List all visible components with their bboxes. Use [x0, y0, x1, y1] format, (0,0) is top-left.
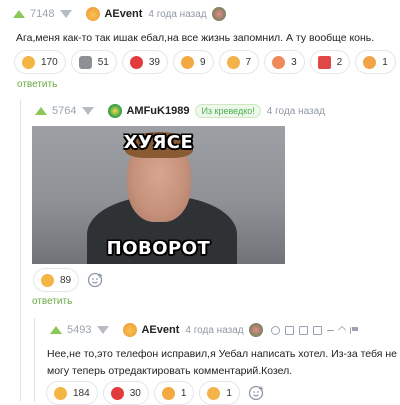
strawberry-icon: [129, 55, 143, 69]
comment-time[interactable]: 4 года назад: [267, 106, 325, 117]
meme-top-caption: ХУЯСЕ: [123, 132, 194, 153]
strawberry-icon: [110, 386, 124, 400]
reaction-kiss-face[interactable]: 3: [264, 50, 305, 74]
status-badge: Из креведко!: [195, 104, 261, 118]
comment-header: 7148 AEvent 4 года назад: [13, 4, 230, 24]
heart-face-icon: [207, 386, 221, 400]
reaction-laughing[interactable]: 89: [33, 268, 80, 292]
reaction-strawberry[interactable]: 30: [102, 381, 149, 405]
author-name[interactable]: AMFuK1989: [126, 105, 189, 117]
more-icon[interactable]: [326, 329, 334, 331]
comment-time[interactable]: 4 года назад: [185, 325, 243, 336]
upvote-icon[interactable]: [50, 326, 62, 334]
avatar[interactable]: [86, 7, 101, 21]
author-name[interactable]: AEvent: [141, 324, 179, 336]
thumbs-icon: [363, 55, 377, 69]
downvote-icon[interactable]: [97, 326, 110, 334]
add-reaction-icon: [248, 385, 264, 401]
user-reaction-icon: [211, 7, 226, 21]
add-reaction-button[interactable]: [245, 382, 267, 404]
reaction-laughing[interactable]: 184: [46, 381, 98, 405]
reaction-hundred[interactable]: 2: [309, 50, 351, 74]
reaction-heart-face[interactable]: 7: [218, 50, 260, 74]
author-name[interactable]: AEvent: [104, 8, 142, 20]
comment-score: 5764: [52, 105, 77, 117]
avatar[interactable]: [123, 323, 138, 337]
grinning-face-icon: [161, 386, 175, 400]
laughing-face-icon: [22, 55, 35, 69]
add-reaction-icon: [87, 272, 103, 288]
link-icon[interactable]: [270, 325, 280, 335]
reply-button[interactable]: ответить: [32, 296, 72, 307]
grinning-face-icon: [180, 55, 194, 69]
downvote-icon[interactable]: [60, 10, 73, 18]
edit-icon[interactable]: [284, 325, 294, 335]
heart-face-icon: [226, 55, 240, 69]
reaction-bar: 184 30 1 1: [46, 381, 267, 405]
save-icon[interactable]: [298, 325, 308, 335]
comment-tools: [270, 325, 358, 335]
comment-score: 7148: [30, 8, 55, 20]
user-reaction-icon: [248, 323, 263, 337]
reaction-thumbs[interactable]: 1: [355, 50, 396, 74]
downvote-icon[interactable]: [82, 107, 95, 115]
comment-header: 5764 AMFuK1989 Из креведко! 4 года назад: [35, 101, 330, 121]
flag-icon[interactable]: [349, 326, 358, 334]
upvote-icon[interactable]: [35, 107, 47, 115]
add-reaction-button[interactable]: [84, 269, 106, 291]
meme-image[interactable]: ХУЯСЕ ПОВОРОТ: [32, 126, 285, 264]
comment-header: 5493 AEvent 4 года назад: [50, 320, 358, 340]
comment-time[interactable]: 4 года назад: [148, 9, 206, 20]
kiss-face-icon: [272, 55, 286, 69]
reaction-laughing[interactable]: 170: [14, 50, 66, 74]
reaction-strawberry[interactable]: 39: [121, 50, 168, 74]
laughing-face-icon: [41, 273, 54, 287]
laughing-face-icon: [54, 386, 67, 400]
thread-line-level1: [20, 100, 21, 402]
comment-score: 5493: [67, 324, 92, 336]
reaction-bar: 170 51 39 9 7 3 2 1: [14, 50, 400, 74]
hundred-icon: [317, 55, 331, 69]
comment-icon[interactable]: [312, 325, 322, 335]
comment-text: Нее,не то,это телефон исправил,я Уебал н…: [47, 348, 398, 377]
comment-text: Ага,меня как-то так ишак ебал,на все жиз…: [16, 32, 375, 44]
moai-icon: [78, 55, 92, 69]
reaction-heart-face[interactable]: 1: [199, 381, 240, 405]
upvote-icon[interactable]: [13, 10, 25, 18]
reply-button[interactable]: ответить: [17, 79, 57, 90]
avatar[interactable]: [108, 104, 123, 118]
reaction-moai[interactable]: 51: [70, 50, 117, 74]
meme-bottom-caption: ПОВОРОТ: [106, 238, 211, 259]
reaction-bar: 89: [33, 268, 106, 292]
reaction-grinning[interactable]: 1: [153, 381, 195, 405]
arrow-icon[interactable]: [337, 325, 346, 335]
reaction-grinning[interactable]: 9: [172, 50, 214, 74]
thread-line-level2: [34, 318, 35, 402]
